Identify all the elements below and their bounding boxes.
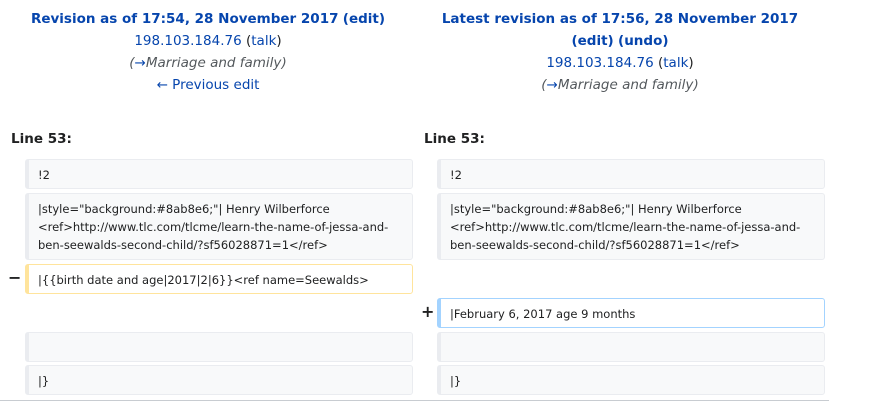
new-revision-title: Latest revision as of 17:56, 28 November… — [422, 8, 818, 30]
old-edit-link[interactable]: edit — [349, 11, 379, 27]
paren-close: ) — [688, 55, 694, 71]
right-context-line: |style="background:#8ab8e6;"| Henry Wilb… — [437, 193, 825, 260]
old-section-arrow-link[interactable]: → — [135, 55, 146, 71]
new-revision-actions: (edit) (undo) — [422, 30, 818, 52]
old-revision-title: Revision as of 17:54, 28 November 2017 (… — [8, 8, 408, 30]
paren-close: ) — [662, 33, 669, 49]
left-context-line: |style="background:#8ab8e6;"| Henry Wilb… — [25, 193, 413, 260]
old-edit-summary: (→Marriage and family) — [129, 55, 287, 71]
old-talk-link[interactable]: talk — [251, 33, 276, 49]
left-context-line: |} — [25, 365, 413, 395]
old-revision-link[interactable]: Revision as of 17:54, 28 November 2017 — [31, 11, 339, 27]
new-user-line: 198.103.184.76 (talk) — [422, 52, 818, 74]
new-edit-summary: (→Marriage and family) — [541, 77, 699, 93]
new-user-link[interactable]: 198.103.184.76 — [546, 55, 653, 71]
deleted-line-marker: − — [8, 268, 22, 287]
new-revision-link[interactable]: Latest revision as of 17:56, 28 November… — [442, 11, 798, 27]
new-comment-text: Marriage and family — [557, 77, 694, 93]
new-talk-link[interactable]: talk — [663, 55, 688, 71]
left-context-line — [25, 332, 413, 362]
right-context-line — [437, 332, 825, 362]
old-comment-text: Marriage and family — [145, 55, 282, 71]
diff-bottom-divider — [0, 400, 829, 401]
new-section-arrow-link[interactable]: → — [547, 77, 558, 93]
added-line: |February 6, 2017 age 9 months — [437, 298, 825, 328]
old-user-link[interactable]: 198.103.184.76 — [134, 33, 241, 49]
old-revision-header: Revision as of 17:54, 28 November 2017 (… — [8, 8, 408, 96]
paren-close: ) — [276, 33, 282, 49]
right-context-line: |} — [437, 365, 825, 395]
right-line-number: Line 53: — [424, 131, 485, 147]
previous-edit-link[interactable]: ← Previous edit — [157, 77, 260, 93]
added-line-marker: + — [421, 302, 435, 321]
paren-close: ) — [607, 33, 614, 49]
deleted-line: |{{birth date and age|2017|2|6}}<ref nam… — [25, 264, 413, 294]
left-line-number: Line 53: — [11, 131, 72, 147]
old-user-line: 198.103.184.76 (talk) — [8, 30, 408, 52]
new-revision-header: Latest revision as of 17:56, 28 November… — [422, 8, 818, 96]
right-context-line: !2 — [437, 159, 825, 189]
undo-link[interactable]: undo — [624, 33, 662, 49]
left-context-line: !2 — [25, 159, 413, 189]
paren-close: ) — [378, 11, 386, 27]
new-edit-link[interactable]: edit — [578, 33, 608, 49]
